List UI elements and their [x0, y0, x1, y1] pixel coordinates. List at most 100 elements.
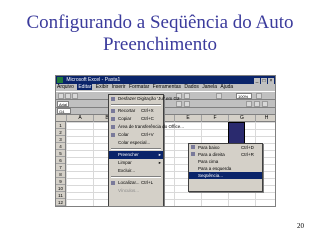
submenu-item-label: Seqüência...	[198, 173, 224, 178]
sort-icon[interactable]	[184, 93, 190, 99]
borders-icon[interactable]	[246, 101, 252, 107]
row-header[interactable]: 6	[56, 157, 65, 164]
formula-bar: G4	[56, 108, 275, 115]
row-header[interactable]: 5	[56, 150, 65, 157]
menu-item-label: Vínculos...	[118, 188, 140, 193]
menu-item-copiar[interactable]: Copiar Ctrl+C	[109, 115, 163, 123]
menu-item-shortcut: Ctrl+V	[141, 132, 154, 137]
excel-screenshot: Microsoft Excel - Pasta1 _ □ × Arquivo Edi…	[55, 75, 276, 207]
submenu-item-label: Para cima	[198, 159, 219, 164]
row-header[interactable]: 7	[56, 164, 65, 171]
menu-item-label: Área de transferência do Office...	[118, 124, 184, 129]
row-header[interactable]: 9	[56, 178, 65, 185]
fill-down-icon	[191, 145, 195, 149]
copy-icon	[111, 117, 115, 121]
submenu-item-label: Para a direita	[198, 152, 225, 157]
zoom-box[interactable]: 100%	[236, 93, 252, 99]
find-icon	[111, 181, 115, 185]
col-header[interactable]: H	[255, 115, 275, 122]
submenu-item-para-baixo[interactable]: Para baixo Ctrl+D	[189, 144, 262, 151]
menu-janela[interactable]: Janela	[202, 84, 217, 90]
edit-menu-dropdown: Desfazer Digitação 'Jul' em G2 Recortar …	[108, 94, 184, 206]
menu-item-label: Copiar	[118, 116, 132, 121]
submenu-item-para-cima[interactable]: Para cima	[189, 158, 262, 165]
row-header[interactable]: 3	[56, 136, 65, 143]
menu-arquivo[interactable]: Arquivo	[57, 84, 74, 90]
new-icon[interactable]	[58, 93, 64, 99]
fill-right-icon	[191, 152, 195, 156]
font-select[interactable]: Arial	[57, 101, 69, 107]
menu-item-label: Colar	[118, 132, 129, 137]
menu-ferramentas[interactable]: Ferramentas	[153, 84, 181, 90]
excel-app-icon	[57, 77, 63, 83]
window-title: Microsoft Excel - Pasta1	[66, 77, 121, 83]
row-header[interactable]: 10	[56, 185, 65, 192]
menu-item-localizar[interactable]: Localizar... Ctrl+L	[109, 179, 163, 187]
menu-item-shortcut: Ctrl+X	[141, 108, 154, 113]
menu-editar[interactable]: Editar	[77, 84, 93, 90]
submenu-item-shortcut: Ctrl+D	[241, 145, 254, 150]
menu-item-colar-especial[interactable]: Colar especial...	[109, 139, 163, 147]
name-box[interactable]: G4	[57, 108, 71, 114]
slide-title-line2: Preenchimento	[103, 34, 217, 55]
menu-item-shortcut: Ctrl+L	[141, 180, 154, 185]
paste-icon	[111, 133, 115, 137]
menu-item-undo[interactable]: Desfazer Digitação 'Jul' em G2	[109, 95, 180, 103]
font-color-icon[interactable]	[262, 101, 268, 107]
center-icon[interactable]	[184, 101, 190, 107]
submenu-arrow-icon: ▸	[158, 160, 161, 165]
fill-color-icon[interactable]	[254, 101, 260, 107]
menu-formatar[interactable]: Formatar	[129, 84, 149, 90]
cut-icon	[111, 109, 115, 113]
slide-title: Configurando a Seqüência do Auto Preench…	[0, 12, 320, 56]
menu-item-label: Colar especial...	[118, 140, 151, 145]
submenu-item-shortcut: Ctrl+R	[241, 152, 254, 157]
menu-item-label: Recortar	[118, 108, 136, 113]
open-icon[interactable]	[65, 93, 71, 99]
menu-item-shortcut: Ctrl+C	[141, 116, 154, 121]
row-header[interactable]: 11	[56, 192, 65, 199]
menu-item-colar[interactable]: Colar Ctrl+V	[109, 131, 163, 139]
submenu-item-para-esquerda[interactable]: Para a esquerda	[189, 165, 262, 172]
menu-separator	[111, 104, 161, 106]
menu-item-label: Limpar	[118, 160, 132, 165]
menu-item-preencher[interactable]: Preencher ▸	[109, 151, 163, 159]
menu-exibir[interactable]: Exibir	[96, 84, 109, 90]
clipboard-icon	[111, 125, 115, 129]
save-icon[interactable]	[72, 93, 78, 99]
menu-ajuda[interactable]: Ajuda	[220, 84, 233, 90]
submenu-item-para-direita[interactable]: Para a direita Ctrl+R	[189, 151, 262, 158]
column-headers: A B C D E F G H	[56, 115, 275, 122]
menu-item-recortar[interactable]: Recortar Ctrl+X	[109, 107, 163, 115]
menu-inserir[interactable]: Inserir	[112, 84, 126, 90]
row-header[interactable]: 1	[56, 122, 65, 129]
menu-item-label: Localizar...	[118, 180, 140, 185]
align-left-icon[interactable]	[176, 101, 182, 107]
menu-item-vinculos[interactable]: Vínculos...	[109, 187, 163, 195]
menu-item-label: Excluir...	[118, 168, 136, 173]
col-header[interactable]: E	[174, 115, 201, 122]
submenu-item-label: Para a esquerda	[198, 166, 232, 171]
page-number: 20	[297, 222, 304, 230]
menu-item-excluir[interactable]: Excluir...	[109, 167, 163, 175]
col-header[interactable]: G	[228, 115, 255, 122]
row-header[interactable]: 4	[56, 143, 65, 150]
menu-dados[interactable]: Dados	[184, 84, 198, 90]
submenu-item-label: Para baixo	[198, 145, 220, 150]
menu-item-limpar[interactable]: Limpar ▸	[109, 159, 163, 167]
menubar: Arquivo Editar Exibir Inserir Formatar F…	[56, 84, 275, 91]
fill-submenu: Para baixo Ctrl+D Para a direita Ctrl+R …	[188, 143, 263, 192]
chart-wizard-icon[interactable]	[216, 93, 222, 99]
row-header[interactable]: 12	[56, 199, 65, 206]
submenu-item-sequencia[interactable]: Seqüência...	[189, 172, 262, 179]
col-header[interactable]: F	[201, 115, 228, 122]
menu-item-clipboard[interactable]: Área de transferência do Office...	[109, 123, 184, 131]
undo-icon	[111, 97, 115, 101]
row-header[interactable]: 8	[56, 171, 65, 178]
slide-title-line1: Configurando a Seqüência do Auto	[26, 12, 294, 33]
row-header[interactable]: 2	[56, 129, 65, 136]
row-headers: 1 2 3 4 5 6 7 8 9 10 11 12	[56, 122, 66, 206]
help-icon[interactable]	[256, 93, 262, 99]
col-header[interactable]: A	[66, 115, 93, 122]
menu-item-label: Desfazer Digitação 'Jul' em G2	[118, 96, 180, 101]
